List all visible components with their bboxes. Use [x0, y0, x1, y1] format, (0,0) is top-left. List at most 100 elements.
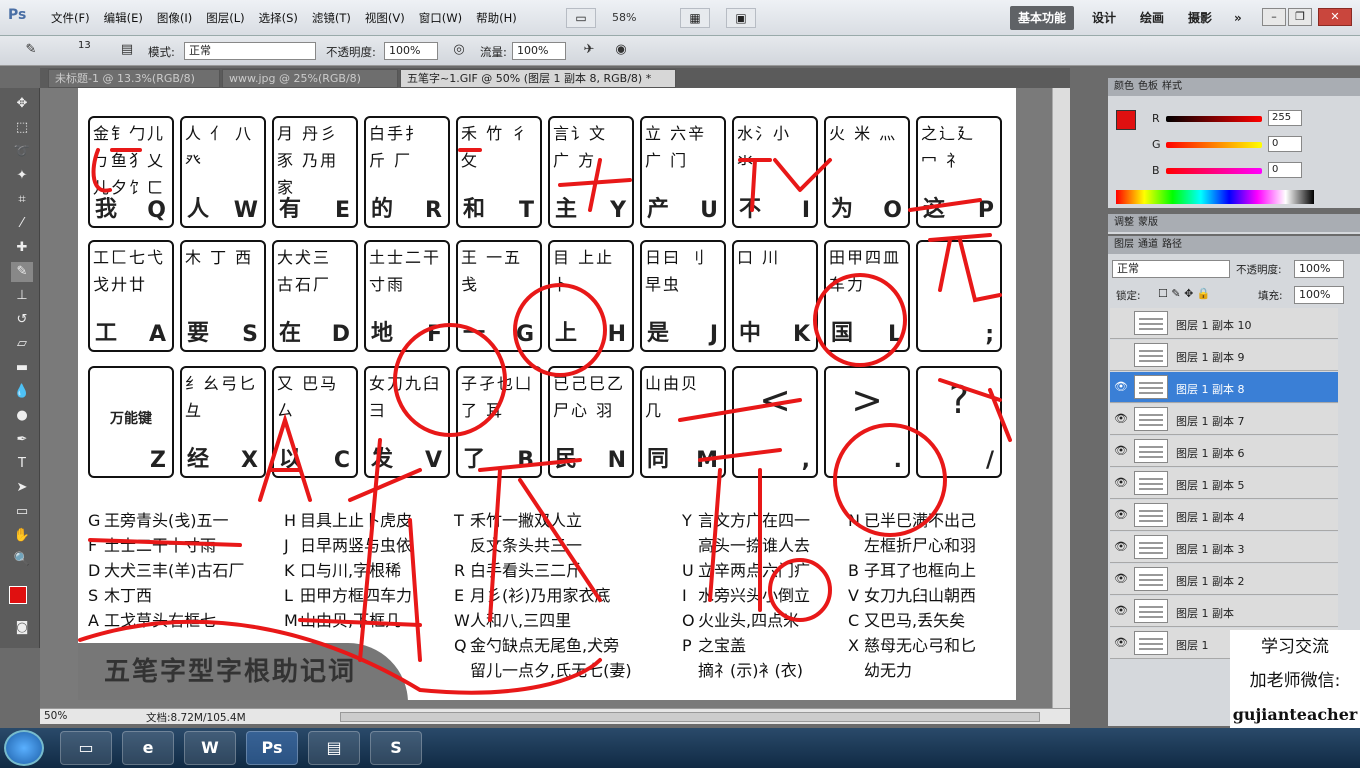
shape-tool-icon[interactable]: ▭: [11, 502, 33, 522]
document-canvas[interactable]: 金钅勹儿 ㄅ鱼犭乂 儿夕饣ㄈ我 Q 人 亻 八 癶人W月 丹彡 豕 乃用家有 E 白手扌…: [78, 88, 1016, 700]
eye-icon[interactable]: [1114, 316, 1128, 330]
b-value[interactable]: 0: [1268, 162, 1302, 178]
tab-www[interactable]: www.jpg @ 25%(RGB/8): [222, 69, 398, 88]
r-value[interactable]: 255: [1268, 110, 1302, 126]
healing-brush-icon[interactable]: ✚: [11, 238, 33, 258]
workspace-essentials[interactable]: 基本功能: [1010, 6, 1075, 30]
crop-tool-icon[interactable]: ⌗: [11, 190, 33, 210]
blur-icon[interactable]: 💧: [11, 382, 33, 402]
foreground-color[interactable]: [9, 586, 27, 604]
tab-channels[interactable]: 通道: [1138, 236, 1158, 254]
tab-paths[interactable]: 路径: [1162, 236, 1182, 254]
layer-row[interactable]: 👁 图层 1 副本 4: [1110, 500, 1338, 531]
layer-row[interactable]: 图层 1 副本 10: [1110, 308, 1338, 339]
tab-styles[interactable]: 样式: [1162, 78, 1182, 96]
lasso-tool-icon[interactable]: ➰: [11, 142, 33, 162]
menu-window[interactable]: 窗口(W): [412, 10, 469, 26]
quick-select-icon[interactable]: ✦: [11, 166, 33, 186]
workspace-design[interactable]: 设计: [1084, 6, 1124, 30]
status-zoom[interactable]: 50%: [44, 710, 67, 722]
eye-icon[interactable]: 👁: [1114, 508, 1128, 522]
quick-mask-icon[interactable]: ◙: [11, 618, 33, 638]
hand-tool-icon[interactable]: ✋: [11, 526, 33, 546]
layer-opacity-input[interactable]: 100%: [1294, 260, 1344, 278]
brush-tool-icon[interactable]: ✎: [20, 40, 42, 60]
tab-adjustments[interactable]: 调整: [1114, 214, 1134, 232]
tab-layers[interactable]: 图层: [1114, 236, 1134, 254]
menu-view[interactable]: 视图(V): [358, 10, 412, 26]
history-brush-icon[interactable]: ↺: [11, 310, 33, 330]
g-slider[interactable]: [1166, 142, 1262, 148]
explorer-icon[interactable]: ▭: [60, 731, 112, 765]
menu-file[interactable]: 文件(F): [44, 10, 97, 26]
menu-layer[interactable]: 图层(L): [199, 10, 251, 26]
ie-icon[interactable]: e: [122, 731, 174, 765]
r-slider[interactable]: [1166, 116, 1262, 122]
menu-select[interactable]: 选择(S): [252, 10, 305, 26]
opacity-input[interactable]: 100%: [384, 42, 438, 60]
tab-untitled[interactable]: 未标题-1 @ 13.3%(RGB/8): [48, 69, 220, 88]
b-slider[interactable]: [1166, 168, 1262, 174]
fill-input[interactable]: 100%: [1294, 286, 1344, 304]
eye-icon[interactable]: [1114, 348, 1128, 362]
color-spectrum[interactable]: [1116, 190, 1314, 204]
marquee-tool-icon[interactable]: ⬚: [11, 118, 33, 138]
screen-mode-icon[interactable]: ▭: [566, 8, 596, 28]
brush-tool-icon[interactable]: ✎: [11, 262, 33, 282]
eye-icon[interactable]: 👁: [1114, 604, 1128, 618]
mode-select[interactable]: 正常: [184, 42, 316, 60]
menu-image[interactable]: 图像(I): [150, 10, 199, 26]
type-tool-icon[interactable]: T: [11, 454, 33, 474]
eye-icon[interactable]: 👁: [1114, 412, 1128, 426]
photoshop-taskbar-icon[interactable]: Ps: [246, 731, 298, 765]
path-select-icon[interactable]: ➤: [11, 478, 33, 498]
move-tool-icon[interactable]: ✥: [11, 94, 33, 114]
brush-size[interactable]: 13: [78, 40, 91, 51]
eye-icon[interactable]: 👁: [1114, 572, 1128, 586]
vertical-scrollbar[interactable]: [1052, 88, 1070, 708]
layer-row[interactable]: 👁 图层 1 副本 6: [1110, 436, 1338, 467]
eye-icon[interactable]: 👁: [1114, 540, 1128, 554]
dodge-icon[interactable]: ●: [11, 406, 33, 426]
tab-wubi[interactable]: 五笔字~1.GIF @ 50% (图层 1 副本 8, RGB/8) *: [400, 69, 676, 88]
horizontal-scrollbar[interactable]: [340, 712, 1040, 722]
layer-row[interactable]: 👁 图层 1 副本 3: [1110, 532, 1338, 563]
word-icon[interactable]: W: [184, 731, 236, 765]
workspace-photography[interactable]: 摄影: [1180, 6, 1220, 30]
layer-row[interactable]: 👁 图层 1 副本 8: [1110, 372, 1338, 403]
eye-icon[interactable]: 👁: [1114, 444, 1128, 458]
gradient-icon[interactable]: ▬: [11, 358, 33, 378]
menu-filter[interactable]: 滤镜(T): [305, 10, 358, 26]
extras-icon[interactable]: ▣: [726, 8, 756, 28]
eye-icon[interactable]: 👁: [1114, 380, 1128, 394]
layer-row[interactable]: 图层 1 副本 9: [1110, 340, 1338, 371]
layer-row[interactable]: 👁 图层 1 副本 2: [1110, 564, 1338, 595]
start-button-icon[interactable]: [4, 730, 44, 766]
tab-masks[interactable]: 蒙版: [1138, 214, 1158, 232]
clone-stamp-icon[interactable]: ⊥: [11, 286, 33, 306]
airbrush-icon[interactable]: ✈: [578, 40, 600, 60]
pressure-size-icon[interactable]: ◉: [610, 40, 632, 60]
tab-swatches[interactable]: 色板: [1138, 78, 1158, 96]
eyedropper-icon[interactable]: ⁄: [11, 214, 33, 234]
pressure-opacity-icon[interactable]: ◎: [448, 40, 470, 60]
zoom-level[interactable]: 58%: [612, 11, 636, 24]
notes-icon[interactable]: ▤: [308, 731, 360, 765]
layer-row[interactable]: 👁 图层 1 副本 5: [1110, 468, 1338, 499]
restore-icon[interactable]: ❐: [1288, 8, 1312, 26]
arrange-docs-icon[interactable]: ▦: [680, 8, 710, 28]
layer-row[interactable]: 👁 图层 1 副本: [1110, 596, 1338, 627]
pen-tool-icon[interactable]: ✒: [11, 430, 33, 450]
brush-panel-icon[interactable]: ▤: [116, 40, 138, 60]
flow-input[interactable]: 100%: [512, 42, 566, 60]
eraser-icon[interactable]: ▱: [11, 334, 33, 354]
g-value[interactable]: 0: [1268, 136, 1302, 152]
tab-color[interactable]: 颜色: [1114, 78, 1134, 96]
menu-help[interactable]: 帮助(H): [469, 10, 524, 26]
close-icon[interactable]: ✕: [1318, 8, 1352, 26]
minimize-icon[interactable]: –: [1262, 8, 1286, 26]
zoom-tool-icon[interactable]: 🔍: [11, 550, 33, 570]
lock-icons[interactable]: ☐ ✎ ✥ 🔒: [1158, 287, 1210, 300]
layer-row[interactable]: 👁 图层 1 副本 7: [1110, 404, 1338, 435]
workspace-painting[interactable]: 绘画: [1132, 6, 1172, 30]
